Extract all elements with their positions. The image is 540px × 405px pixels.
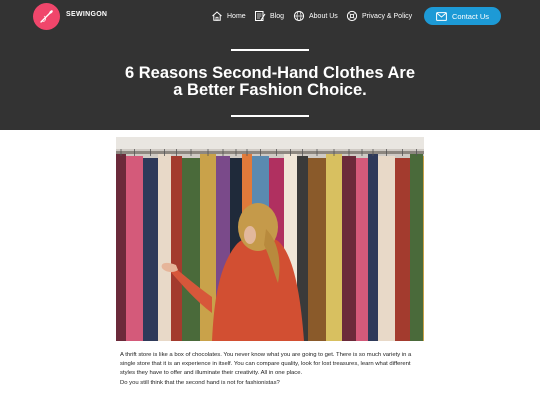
blog-icon [255,11,266,21]
nav-privacy-label: Privacy & Policy [362,12,413,20]
nav-home-label: Home [227,12,246,20]
home-icon [212,11,222,21]
thrift-store-photo [116,137,424,341]
navbar: SEWINGON Home Blog About Us Privacy & Po… [0,0,540,32]
title-divider-top [231,49,309,51]
shield-icon [346,10,358,22]
brand-name[interactable]: SEWINGON [66,11,107,18]
nav-blog-label: Blog [270,12,285,20]
logo[interactable] [33,3,60,30]
page-header: SEWINGON Home Blog About Us Privacy & Po… [0,0,540,130]
article-paragraph: Do you still think that the second hand … [120,379,280,386]
mail-icon [436,11,447,21]
nav-home[interactable]: Home [211,8,246,24]
article-paragraph: A thrift store is like a box of chocolat… [120,352,412,377]
contact-us-button[interactable]: Contact Us [424,7,501,25]
hero-image [116,137,424,341]
globe-icon [293,10,305,22]
nav-privacy-policy[interactable]: Privacy & Policy [346,8,412,24]
nav-about-us[interactable]: About Us [293,8,338,24]
nav-blog[interactable]: Blog [254,8,284,24]
contact-us-label: Contact Us [451,11,490,21]
article-body: A thrift store is like a box of chocolat… [120,351,426,388]
page-title: 6 Reasons Second-Hand Clothes Are a Bett… [124,64,416,99]
title-divider-bottom [231,115,309,117]
needle-thread-icon [40,10,53,23]
nav-about-label: About Us [309,12,338,20]
